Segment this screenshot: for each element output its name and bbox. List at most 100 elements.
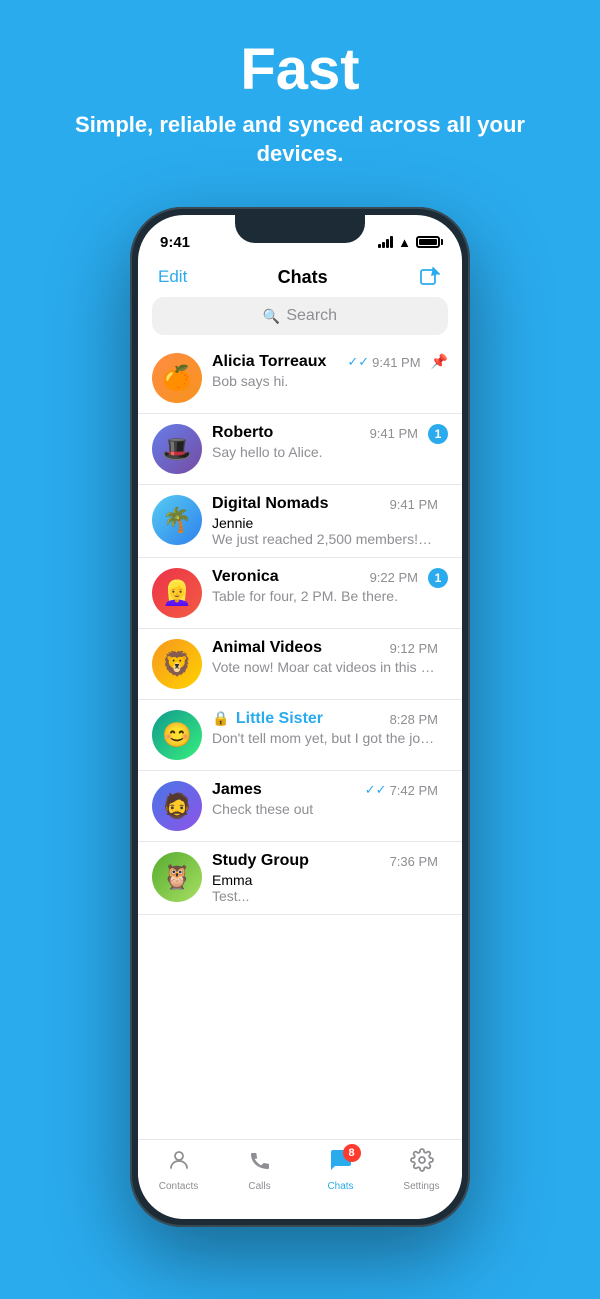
chat-preview: EmmaTest... bbox=[212, 872, 438, 904]
status-time: 9:41 bbox=[160, 234, 190, 251]
battery-fill bbox=[419, 239, 437, 245]
search-bar[interactable]: 🔍 Search bbox=[152, 297, 448, 335]
search-placeholder: Search bbox=[286, 307, 337, 325]
unread-badge: 1 bbox=[428, 568, 448, 588]
chat-meta: 1 bbox=[428, 568, 448, 588]
chat-header: Digital Nomads 9:41 PM bbox=[212, 495, 438, 513]
chat-header: Roberto 9:41 PM bbox=[212, 424, 418, 442]
chat-header: Study Group 7:36 PM bbox=[212, 852, 438, 870]
chat-content: James ✓✓ 7:42 PM Check these out bbox=[212, 781, 438, 817]
chat-header: Veronica 9:22 PM bbox=[212, 568, 418, 586]
chat-time: ✓✓ 9:41 PM bbox=[347, 354, 420, 370]
chat-name: Veronica bbox=[212, 568, 279, 586]
chats-tab-icon: 8 bbox=[329, 1148, 353, 1178]
chat-content: Animal Videos 9:12 PM Vote now! Moar cat… bbox=[212, 639, 438, 675]
chat-preview: Vote now! Moar cat videos in this channe… bbox=[212, 659, 438, 675]
chat-content: Digital Nomads 9:41 PM JennieWe just rea… bbox=[212, 495, 438, 547]
chat-avatar: 🦁 bbox=[152, 639, 202, 689]
chat-header: Alicia Torreaux ✓✓ 9:41 PM bbox=[212, 353, 421, 371]
signal-bar-3 bbox=[386, 239, 389, 248]
compose-button[interactable] bbox=[418, 265, 442, 289]
chat-item-james[interactable]: 🧔 James ✓✓ 7:42 PM Check these out bbox=[138, 771, 462, 842]
chat-name: 🔒 Little Sister bbox=[212, 710, 323, 728]
tab-item-chats[interactable]: 8 Chats bbox=[300, 1148, 381, 1192]
chat-item-study[interactable]: 🦉 Study Group 7:36 PM EmmaTest... bbox=[138, 842, 462, 915]
hero-title: Fast bbox=[40, 38, 560, 102]
settings-tab-label: Settings bbox=[403, 1181, 439, 1192]
search-icon: 🔍 bbox=[263, 308, 280, 325]
chat-preview: Table for four, 2 PM. Be there. bbox=[212, 588, 418, 604]
chat-content: Veronica 9:22 PM Table for four, 2 PM. B… bbox=[212, 568, 418, 604]
chat-name: Roberto bbox=[212, 424, 273, 442]
chat-preview: Check these out bbox=[212, 801, 438, 817]
signal-bars-icon bbox=[378, 236, 393, 248]
chat-item-alicia[interactable]: 🍊 Alicia Torreaux ✓✓ 9:41 PM Bob says hi… bbox=[138, 343, 462, 414]
tab-badge: 8 bbox=[343, 1144, 361, 1162]
chat-item-digital[interactable]: 🌴 Digital Nomads 9:41 PM JennieWe just r… bbox=[138, 485, 462, 558]
chat-content: Roberto 9:41 PM Say hello to Alice. bbox=[212, 424, 418, 460]
chat-preview: Don't tell mom yet, but I got the job! I… bbox=[212, 730, 438, 746]
chat-avatar: 🌴 bbox=[152, 495, 202, 545]
chat-time: 9:41 PM bbox=[370, 426, 418, 441]
chat-name: Alicia Torreaux bbox=[212, 353, 326, 371]
chat-preview: JennieWe just reached 2,500 members! WOO… bbox=[212, 515, 438, 547]
chat-name: Study Group bbox=[212, 852, 309, 870]
lock-icon: 🔒 bbox=[212, 710, 229, 726]
hero-section: Fast Simple, reliable and synced across … bbox=[0, 0, 600, 197]
chat-meta: 1 bbox=[428, 424, 448, 444]
chat-item-animal[interactable]: 🦁 Animal Videos 9:12 PM Vote now! Moar c… bbox=[138, 629, 462, 700]
chat-avatar: 🧔 bbox=[152, 781, 202, 831]
chat-meta: 📌 bbox=[431, 353, 448, 370]
navigation-bar: Edit Chats bbox=[138, 259, 462, 297]
double-check-icon: ✓✓ bbox=[365, 782, 387, 798]
search-container: 🔍 Search bbox=[138, 297, 462, 343]
chat-header: Animal Videos 9:12 PM bbox=[212, 639, 438, 657]
unread-badge: 1 bbox=[428, 424, 448, 444]
phone-wrapper: 9:41 ▲ Edit Chats bbox=[0, 207, 600, 1227]
chat-item-roberto[interactable]: 🎩 Roberto 9:41 PM Say hello to Alice. 1 bbox=[138, 414, 462, 485]
signal-bar-1 bbox=[378, 244, 381, 248]
tab-item-contacts[interactable]: Contacts bbox=[138, 1148, 219, 1192]
chat-avatar: 🍊 bbox=[152, 353, 202, 403]
contacts-tab-icon bbox=[167, 1148, 191, 1178]
calls-tab-label: Calls bbox=[248, 1181, 270, 1192]
chat-avatar: 🦉 bbox=[152, 852, 202, 902]
chat-name: Digital Nomads bbox=[212, 495, 328, 513]
chat-time: ✓✓ 7:42 PM bbox=[365, 782, 438, 798]
chat-time: 9:41 PM bbox=[390, 497, 438, 512]
double-check-icon: ✓✓ bbox=[347, 354, 369, 370]
phone-notch bbox=[235, 215, 365, 243]
battery-icon bbox=[416, 236, 440, 248]
phone-frame: 9:41 ▲ Edit Chats bbox=[130, 207, 470, 1227]
chat-avatar: 😊 bbox=[152, 710, 202, 760]
tab-item-calls[interactable]: Calls bbox=[219, 1148, 300, 1192]
contacts-tab-label: Contacts bbox=[159, 1181, 198, 1192]
tab-item-settings[interactable]: Settings bbox=[381, 1148, 462, 1192]
chat-item-veronica[interactable]: 👱‍♀️ Veronica 9:22 PM Table for four, 2 … bbox=[138, 558, 462, 629]
chat-name: James bbox=[212, 781, 262, 799]
chat-content: Alicia Torreaux ✓✓ 9:41 PM Bob says hi. bbox=[212, 353, 421, 389]
status-icons: ▲ bbox=[378, 235, 440, 250]
calls-tab-icon bbox=[248, 1148, 272, 1178]
chat-preview: Say hello to Alice. bbox=[212, 444, 418, 460]
chat-time: 7:36 PM bbox=[390, 854, 438, 869]
chat-avatar: 👱‍♀️ bbox=[152, 568, 202, 618]
settings-tab-icon bbox=[410, 1148, 434, 1178]
edit-button[interactable]: Edit bbox=[158, 267, 187, 287]
chat-content: Study Group 7:36 PM EmmaTest... bbox=[212, 852, 438, 904]
pin-icon: 📌 bbox=[431, 353, 448, 370]
signal-bar-4 bbox=[390, 236, 393, 248]
chats-title: Chats bbox=[278, 267, 328, 288]
chat-list: 🍊 Alicia Torreaux ✓✓ 9:41 PM Bob says hi… bbox=[138, 343, 462, 915]
chat-content: 🔒 Little Sister 8:28 PM Don't tell mom y… bbox=[212, 710, 438, 746]
chat-preview: Bob says hi. bbox=[212, 373, 421, 389]
chat-header: 🔒 Little Sister 8:28 PM bbox=[212, 710, 438, 728]
chat-name: Animal Videos bbox=[212, 639, 322, 657]
chats-tab-label: Chats bbox=[327, 1181, 353, 1192]
chat-item-sister[interactable]: 😊 🔒 Little Sister 8:28 PM Don't tell mom… bbox=[138, 700, 462, 771]
wifi-icon: ▲ bbox=[398, 235, 411, 250]
tab-bar: Contacts Calls 8 Chats Settings bbox=[138, 1139, 462, 1219]
chat-header: James ✓✓ 7:42 PM bbox=[212, 781, 438, 799]
signal-bar-2 bbox=[382, 242, 385, 248]
chat-time: 9:12 PM bbox=[390, 641, 438, 656]
